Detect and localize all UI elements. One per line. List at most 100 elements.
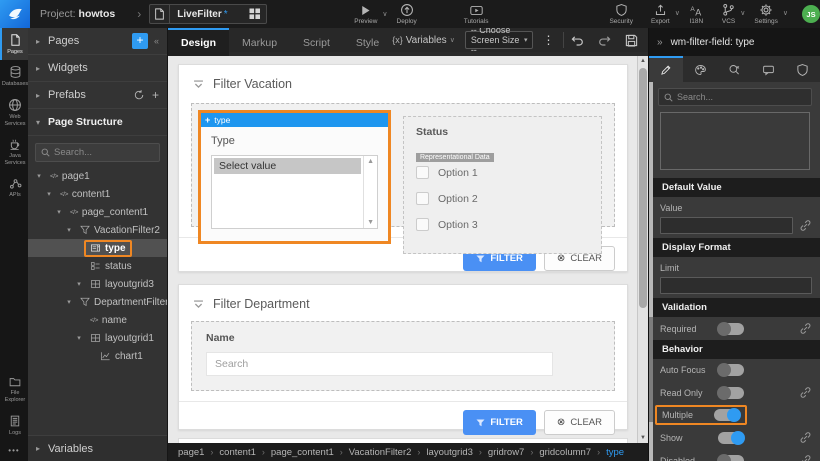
rail-item-pages[interactable]: Pages — [0, 28, 28, 60]
breadcrumb-type[interactable]: type — [606, 447, 624, 458]
checkbox[interactable] — [416, 192, 429, 205]
rail-item-databases[interactable]: Databases — [0, 60, 28, 92]
clear-button[interactable]: ⊗ CLEAR — [544, 410, 615, 435]
tutorials-button[interactable]: Tutorials — [464, 4, 489, 25]
undo-button[interactable] — [571, 34, 584, 46]
multiple-toggle[interactable] — [714, 409, 740, 421]
scroll-up-icon[interactable]: ▲ — [638, 58, 648, 64]
inspector-tab-security[interactable] — [786, 56, 820, 82]
breadcrumb-page1[interactable]: page1 — [178, 447, 204, 458]
read-only-toggle[interactable] — [718, 387, 744, 399]
required-toggle[interactable] — [718, 323, 744, 335]
tree-search-input[interactable]: Search... — [35, 143, 160, 162]
tab-design[interactable]: Design — [168, 28, 229, 56]
breadcrumb-gridrow7[interactable]: gridrow7 — [488, 447, 524, 458]
department-filter-heading[interactable]: Filter Department — [179, 285, 627, 319]
status-field-cell[interactable]: Status Representational Data Option 1Opt… — [403, 116, 602, 254]
tab-style[interactable]: Style — [343, 28, 392, 56]
checkbox[interactable] — [416, 166, 429, 179]
caret-down-icon[interactable]: ▾ — [64, 226, 74, 234]
section-widgets[interactable]: ▸Widgets — [28, 55, 167, 82]
preview-button[interactable]: Preview — [354, 4, 377, 25]
name-search-input[interactable] — [206, 352, 553, 376]
caret-down-icon[interactable]: ▾ — [44, 190, 54, 198]
type-select-listbox[interactable]: Select value ▲ ▼ — [211, 155, 378, 229]
move-icon[interactable]: + — [205, 115, 210, 125]
checkbox-row[interactable]: Option 2 — [416, 192, 589, 205]
tab-script[interactable]: Script — [290, 28, 343, 56]
scrollbar-thumb[interactable] — [639, 68, 647, 308]
show-toggle[interactable] — [718, 432, 744, 444]
add-prefab-button[interactable]: + — [152, 88, 159, 102]
inspector-tab-mobile[interactable] — [752, 56, 786, 82]
tree-item-type[interactable]: type — [28, 239, 167, 257]
properties-search-input[interactable]: Search... — [658, 88, 812, 106]
tree-item-layoutgrid1[interactable]: ▾layoutgrid1 — [28, 329, 167, 347]
tree-item-name[interactable]: </>name — [28, 311, 167, 329]
name-field-cell[interactable]: Name — [191, 321, 615, 391]
bind-property-icon[interactable] — [799, 386, 812, 399]
filter-button[interactable]: FILTER — [463, 410, 536, 435]
variables-section[interactable]: ▸ Variables — [28, 435, 167, 461]
rail-item-apis[interactable]: APIs — [0, 172, 28, 203]
vcs-button[interactable]: VCS — [722, 3, 735, 25]
tree-item-page1[interactable]: ▾</>page1 — [28, 167, 167, 185]
export-button[interactable]: Export — [651, 3, 670, 25]
bind-property-icon[interactable] — [799, 219, 812, 232]
disabled-toggle[interactable] — [718, 455, 744, 461]
inspector-tab-styles[interactable] — [683, 56, 717, 82]
caret-down-icon[interactable]: ▾ — [34, 172, 44, 180]
tree-item-chart1[interactable]: chart1 — [28, 347, 167, 365]
bind-property-icon[interactable] — [799, 431, 812, 444]
rail-item-file-explorer[interactable]: File Explorer — [0, 371, 28, 409]
screen-size-select[interactable]: -- Choose Screen Size -- ▾ — [465, 31, 534, 49]
checkbox[interactable] — [416, 218, 429, 231]
app-logo[interactable] — [0, 0, 30, 28]
inspector-tab-properties[interactable] — [649, 56, 683, 82]
refresh-icon[interactable] — [133, 89, 145, 101]
panel-scrollbar[interactable] — [649, 82, 653, 461]
tab-markup[interactable]: Markup — [229, 28, 290, 56]
tree-item-layoutgrid3[interactable]: ▾layoutgrid3 — [28, 275, 167, 293]
user-avatar[interactable]: JS — [802, 5, 820, 23]
more-menu-icon[interactable]: ⋮ — [542, 33, 554, 47]
i18n-button[interactable]: AAI18N — [689, 4, 704, 25]
value-input[interactable] — [660, 217, 793, 234]
rail-item-logs[interactable]: Logs — [0, 409, 28, 441]
breadcrumb-layoutgrid3[interactable]: layoutgrid3 — [426, 447, 472, 458]
settings-button[interactable]: Settings — [754, 3, 778, 25]
limit-input[interactable] — [660, 277, 812, 294]
caret-down-icon[interactable]: ▾ — [74, 334, 84, 342]
rail-item-web-services[interactable]: Web Services — [0, 93, 28, 133]
tree-item-DepartmentFilter1[interactable]: ▾DepartmentFilter1 — [28, 293, 167, 311]
listbox-scrollbar[interactable]: ▲ ▼ — [363, 156, 377, 228]
listbox-option[interactable]: Select value — [214, 158, 361, 174]
save-button[interactable] — [625, 34, 638, 47]
tree-item-VacationFilter2[interactable]: ▾VacationFilter2 — [28, 221, 167, 239]
caret-down-icon[interactable]: ▾ — [74, 280, 84, 288]
deploy-button[interactable]: Deploy — [397, 3, 417, 25]
tree-item-status[interactable]: status — [28, 257, 167, 275]
collapse-panel-icon[interactable]: » — [657, 37, 663, 48]
redo-button[interactable] — [598, 34, 611, 46]
caret-down-icon[interactable]: ▾ — [54, 208, 64, 216]
widget-title-bar[interactable]: + type — [201, 113, 388, 127]
breadcrumb-content1[interactable]: content1 — [219, 447, 255, 458]
collapse-explorer-icon[interactable]: « — [154, 36, 159, 46]
auto-focus-toggle[interactable] — [718, 364, 744, 376]
page-tab-livefilter[interactable]: LiveFilter * — [149, 4, 267, 24]
vacation-filter-heading[interactable]: Filter Vacation — [179, 65, 627, 99]
section-pages[interactable]: ▸Pages+« — [28, 28, 167, 55]
breadcrumb-VacationFilter2[interactable]: VacationFilter2 — [349, 447, 412, 458]
add-page-button[interactable]: + — [132, 33, 148, 49]
checkbox-row[interactable]: Option 3 — [416, 218, 589, 231]
inspector-tab-events[interactable] — [717, 56, 751, 82]
dashboard-icon[interactable] — [249, 8, 261, 20]
bind-property-icon[interactable] — [799, 322, 812, 335]
variables-dropdown[interactable]: {x} Variables ∨ — [392, 35, 455, 46]
section-page-structure[interactable]: ▾Page Structure — [28, 109, 167, 136]
scroll-down-icon[interactable]: ▼ — [367, 219, 374, 226]
scroll-up-icon[interactable]: ▲ — [367, 158, 374, 165]
tree-item-page_content1[interactable]: ▾</>page_content1 — [28, 203, 167, 221]
scroll-down-icon[interactable]: ▼ — [638, 435, 648, 441]
